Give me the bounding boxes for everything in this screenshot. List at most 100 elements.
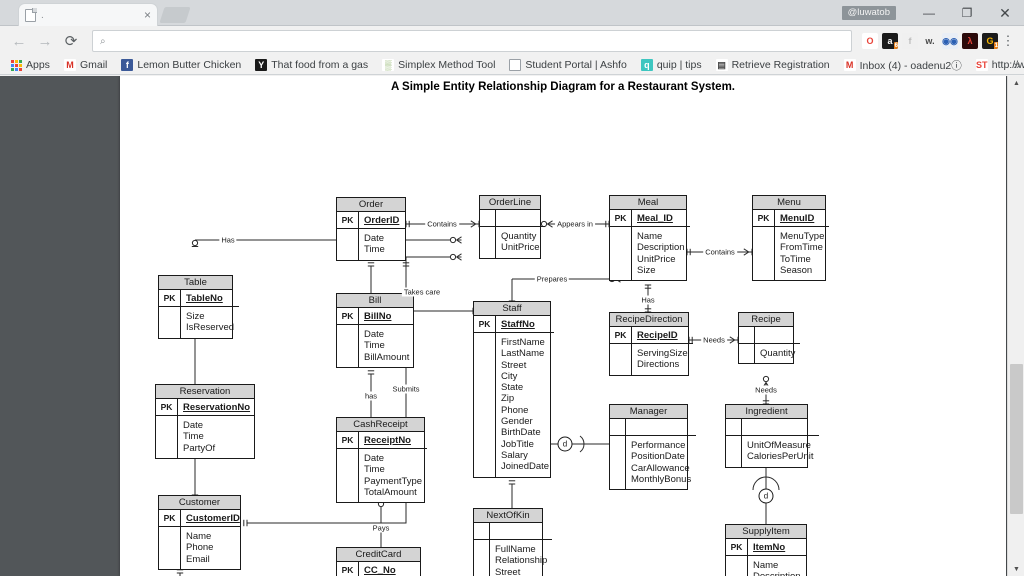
bookmark-lemon-butter-chicken[interactable]: f Lemon Butter Chicken <box>114 56 248 74</box>
entity-key-spacer <box>753 227 774 280</box>
bookmarks-overflow-icon[interactable]: » <box>1013 58 1020 72</box>
entity-name: Order <box>337 198 405 212</box>
entity-key-spacer <box>337 325 358 367</box>
grammarly-extension-icon[interactable]: G1 <box>982 33 998 49</box>
entity-attribute: PartyOf <box>183 442 216 454</box>
entity-key-spacer <box>159 527 180 569</box>
bookmark-retrieve-registration[interactable]: ▤ Retrieve Registration <box>709 56 837 74</box>
apps-grid-icon <box>11 59 22 71</box>
wikipedia-extension-icon[interactable]: w. <box>922 33 938 49</box>
entity-key-column: PK <box>726 539 748 576</box>
chart-icon: ▒ <box>382 59 395 71</box>
entity-attribute: IsReserved <box>186 322 235 334</box>
bookmark-simplex-method-tool[interactable]: ▒ Simplex Method Tool <box>375 56 502 74</box>
entity-body: Performance PositionDate CarAllowance Month… <box>610 419 697 490</box>
entity-key-spacer <box>337 229 358 260</box>
entity-body: PK Meal_ID Name Description UnitPrice Size <box>610 210 690 281</box>
bookmark-that-food-from-a-gas[interactable]: Y That food from a gas <box>248 56 375 74</box>
entity-name: Menu <box>753 196 825 210</box>
muted-extension-icon[interactable]: f <box>902 33 918 49</box>
bookmark-apps[interactable]: Apps <box>4 56 57 74</box>
pk-marker: PK <box>159 290 180 307</box>
new-tab-button[interactable] <box>159 7 191 23</box>
entity-attribute: Description <box>637 242 685 254</box>
document-icon <box>509 59 522 71</box>
entity-attribute: Quantity <box>501 231 537 242</box>
entity-key-column: PK <box>159 290 181 338</box>
forward-icon[interactable]: → <box>32 28 58 54</box>
scrollbar-thumb[interactable] <box>1010 364 1023 514</box>
entity-attributes: NameDescriptionQtyOnhand <box>748 556 807 576</box>
entity-bill: Bill PK BillNo Date Time BillAmount <box>336 293 415 368</box>
entity-attribute: Time <box>183 431 204 443</box>
relationship-label: Prepares <box>534 274 570 284</box>
entity-attribute: Size <box>637 264 656 276</box>
entity-attribute: BillAmount <box>364 351 410 363</box>
bookmark-inbox[interactable]: M Inbox (4) - oadenu2ⓘ <box>837 56 969 74</box>
address-bar[interactable]: ⌕ <box>92 30 852 52</box>
browser-tab[interactable]: . × <box>18 3 158 26</box>
entity-value-column: RecipeID ServingSize Directions <box>632 327 693 375</box>
profile-chip[interactable]: @luwatob <box>841 6 896 20</box>
book-icon: ▤ <box>715 59 728 71</box>
bookmark-label: Inbox (4) - oadenu2ⓘ <box>859 59 962 72</box>
address-input[interactable] <box>111 34 844 48</box>
back-icon[interactable]: ← <box>6 28 32 54</box>
bookmark-label: Gmail <box>79 59 108 71</box>
entity-attribute: FullName <box>495 544 536 555</box>
entity-attributes: FullNameRelationshipStreetCityStateZipPh… <box>490 540 552 576</box>
glasses-extension-icon[interactable]: ◉◉ <box>942 33 958 49</box>
minimize-icon[interactable]: — <box>910 0 948 26</box>
extension-badge: 1 <box>993 42 998 49</box>
browser-menu-icon[interactable]: ⋮ <box>998 33 1018 49</box>
entity-attribute: Date <box>183 420 204 431</box>
entity-key-spacer <box>156 416 177 458</box>
entity-attribute: Zip <box>501 393 515 405</box>
maximize-icon[interactable]: ❐ <box>948 0 986 26</box>
entity-name: CashReceipt <box>337 418 424 432</box>
relationship-label: Has <box>219 235 237 245</box>
entity-key-spacer <box>610 227 631 280</box>
entity-key-column: PK <box>610 327 632 375</box>
optionality-circle <box>191 239 199 247</box>
scroll-down-icon[interactable]: ▼ <box>1008 562 1024 576</box>
vertical-scrollbar[interactable]: ▲ ▼ <box>1007 76 1024 576</box>
primary-key-field: CC_No <box>359 562 438 576</box>
opera-extension-icon[interactable]: O <box>862 33 878 49</box>
entity-value-column: ItemNoNameDescriptionQtyOnhand <box>748 539 807 576</box>
quip-icon: q <box>640 59 653 71</box>
entity-body: Quantity UnitPrice <box>480 210 545 258</box>
entity-body: PK TableNo Size IsReserved <box>159 290 240 338</box>
reload-icon[interactable]: ⟳ <box>58 28 84 54</box>
pk-marker <box>610 419 625 436</box>
pk-marker <box>739 327 754 344</box>
pk-marker <box>726 419 741 436</box>
bookmark-label: Lemon Butter Chicken <box>137 59 242 71</box>
window-close-icon[interactable]: ✕ <box>986 0 1024 26</box>
pk-marker: PK <box>610 210 631 227</box>
primary-key-field: RecipeID <box>632 327 693 344</box>
relationship-label: Takes care <box>401 287 443 297</box>
entity-attributes: Size IsReserved <box>181 307 239 338</box>
entity-value-column: ReservationNo Date Time PartyOf <box>178 399 254 458</box>
entity-value-column: Quantity <box>755 327 801 363</box>
entity-attribute: CarAllowance <box>631 462 690 474</box>
scroll-up-icon[interactable]: ▲ <box>1008 76 1024 90</box>
bookmark-label: Retrieve Registration <box>731 59 830 71</box>
entity-body: FullNameRelationshipStreetCityStateZipPh… <box>474 523 553 576</box>
facebook-icon: f <box>121 59 134 71</box>
close-icon[interactable]: × <box>144 9 151 21</box>
bookmark-quip-tips[interactable]: q quip | tips <box>634 56 709 74</box>
entity-attribute: Description <box>753 571 802 576</box>
entity-attribute: FromTime <box>780 242 823 254</box>
amazon-assistant-icon[interactable]: a6 <box>882 33 898 49</box>
entity-attribute: Performance <box>631 440 686 451</box>
entity-body: PK CustomerID Name Phone Email <box>159 510 240 569</box>
primary-key-field <box>742 419 819 436</box>
entity-body: Quantity <box>739 327 801 364</box>
bookmark-student-portal[interactable]: Student Portal | Ashfo <box>502 56 633 74</box>
adobe-acrobat-icon[interactable]: λ <box>962 33 978 49</box>
bookmark-gmail[interactable]: M Gmail <box>57 56 114 74</box>
entity-attribute: Time <box>364 464 385 476</box>
entity-attribute: Name <box>753 560 779 571</box>
